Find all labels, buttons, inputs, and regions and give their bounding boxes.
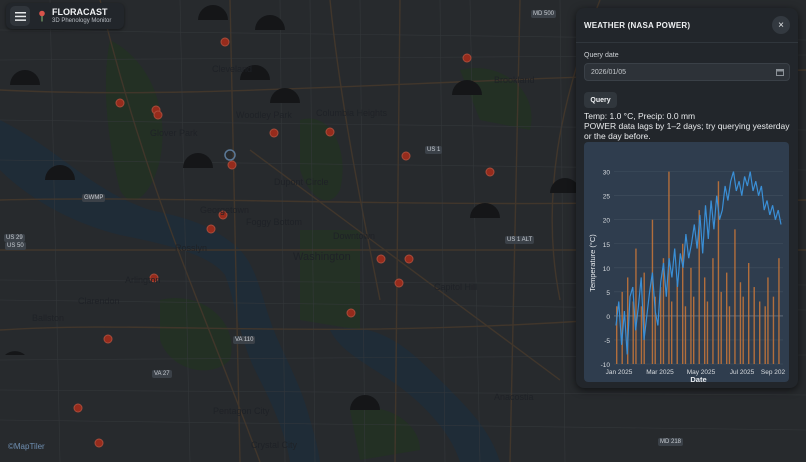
map-label: Anacostia [494, 392, 534, 402]
road-badge: VA 27 [152, 370, 172, 378]
brand: FLORACAST 3D Phenology Monitor [52, 7, 111, 25]
precip-bar [772, 296, 775, 364]
x-axis-label: Date [690, 375, 706, 382]
map-label: Brookland [494, 75, 535, 85]
precip-bar [748, 263, 750, 364]
road-badge: US 1 [425, 146, 443, 154]
map-label: Capitol Hill [434, 282, 478, 292]
precip-bar [759, 301, 761, 364]
y-tick-label: 30 [603, 170, 611, 177]
menu-button[interactable] [10, 6, 30, 26]
weather-panel: WEATHER (NASA POWER) × Query date 2026/0… [576, 8, 798, 388]
weather-result-values: Temp: 1.0 °C, Precip: 0.0 mm [584, 111, 696, 121]
x-tick-label: Jul 2025 [730, 369, 755, 376]
precip-bar [671, 301, 673, 364]
map-attribution[interactable]: ©MapTiler [8, 442, 45, 451]
precip-bar [712, 258, 714, 364]
panel-title: WEATHER (NASA POWER) [584, 21, 691, 30]
map-label: Rosslyn [175, 243, 208, 253]
precip-bar [739, 282, 742, 364]
precip-bar [753, 287, 755, 364]
precip-bar [767, 277, 769, 364]
app-name: FLORACAST [52, 7, 108, 17]
precip-bar [728, 306, 731, 364]
precip-bar [640, 306, 643, 364]
weather-result-note: POWER data lags by 1–2 days; try queryin… [584, 121, 790, 141]
road-badge: VA 110 [233, 336, 256, 344]
app-header: FLORACAST 3D Phenology Monitor [6, 3, 124, 29]
precip-bar [704, 277, 706, 364]
map-label: Downtown [333, 231, 376, 241]
query-date-value: 2026/01/05 [591, 68, 627, 76]
precip-bar [635, 248, 637, 364]
x-tick-label: Mar 2025 [646, 369, 674, 376]
map-label: Woodley Park [236, 110, 292, 120]
temperature-chart: -10 -5 0 5 10 15 20 25 30 Jan 2025 Mar 2025 May 202… [584, 142, 789, 382]
map-label: Crystal City [251, 440, 298, 450]
map-label: Washington [293, 251, 351, 263]
road-badge: MD 218 [658, 438, 684, 446]
road-badge: MD 500 [531, 10, 557, 18]
map-label: Pentagon City [213, 406, 270, 416]
query-button[interactable]: Query [584, 92, 617, 108]
map-label: Dupont Circle [274, 177, 329, 187]
flower-icon [39, 10, 45, 22]
precip-bar [676, 282, 678, 364]
y-tick-label: 15 [603, 242, 611, 249]
x-tick-label: Jan 2025 [606, 369, 633, 376]
y-tick-label: 25 [603, 194, 611, 201]
map-label: Foggy Bottom [246, 217, 303, 227]
precip-bar [690, 267, 692, 364]
y-tick-label: 5 [606, 290, 610, 297]
app-subtitle: 3D Phenology Monitor [52, 18, 112, 24]
precip-bar [684, 306, 687, 364]
road-badge: GWMP [82, 194, 106, 202]
map-label: Ballston [32, 313, 65, 323]
y-tick-label: -5 [604, 338, 610, 345]
precip-bar [643, 272, 645, 364]
precip-bar [734, 229, 736, 364]
calendar-icon[interactable] [776, 68, 784, 76]
road-badge: US 29 [4, 234, 25, 242]
precip-bar [742, 296, 744, 364]
y-tick-label: 0 [606, 314, 610, 321]
y-tick-label: 10 [603, 266, 611, 273]
divider [576, 42, 798, 43]
map-label: Glover Park [150, 128, 198, 138]
query-date-input[interactable]: 2026/01/05 [584, 63, 790, 81]
precip-bar [726, 272, 728, 364]
map-label: Columbia Heights [316, 108, 388, 118]
y-tick-label: 20 [603, 218, 611, 225]
x-tick-label: Sep 202 [761, 369, 786, 376]
hamburger-icon [14, 11, 26, 21]
map-label: Clarendon [78, 296, 120, 306]
precip-bar [651, 219, 654, 364]
chart-svg: -10-5051015202530Jan 2025 Mar 2025 May 202… [588, 170, 786, 382]
y-tick-label: -10 [601, 362, 611, 369]
weather-result: Temp: 1.0 °C, Precip: 0.0 mm POWER data … [584, 111, 790, 141]
precip-bar [720, 291, 722, 364]
precip-bar [778, 258, 780, 364]
map-label: Georgetown [200, 205, 250, 215]
map-label: Arlington [125, 275, 161, 285]
map-label: Cleveland [212, 64, 253, 74]
precip-bar [632, 301, 634, 364]
road-badge: US 1 ALT [505, 236, 535, 244]
road-badge: US 50 [5, 242, 26, 250]
query-date-label: Query date [584, 52, 619, 59]
close-button[interactable]: × [772, 16, 790, 34]
precip-bar [764, 306, 766, 364]
y-axis-label: Temperature (°C) [588, 234, 597, 292]
precip-bar [693, 296, 695, 364]
precip-bar [706, 301, 709, 364]
